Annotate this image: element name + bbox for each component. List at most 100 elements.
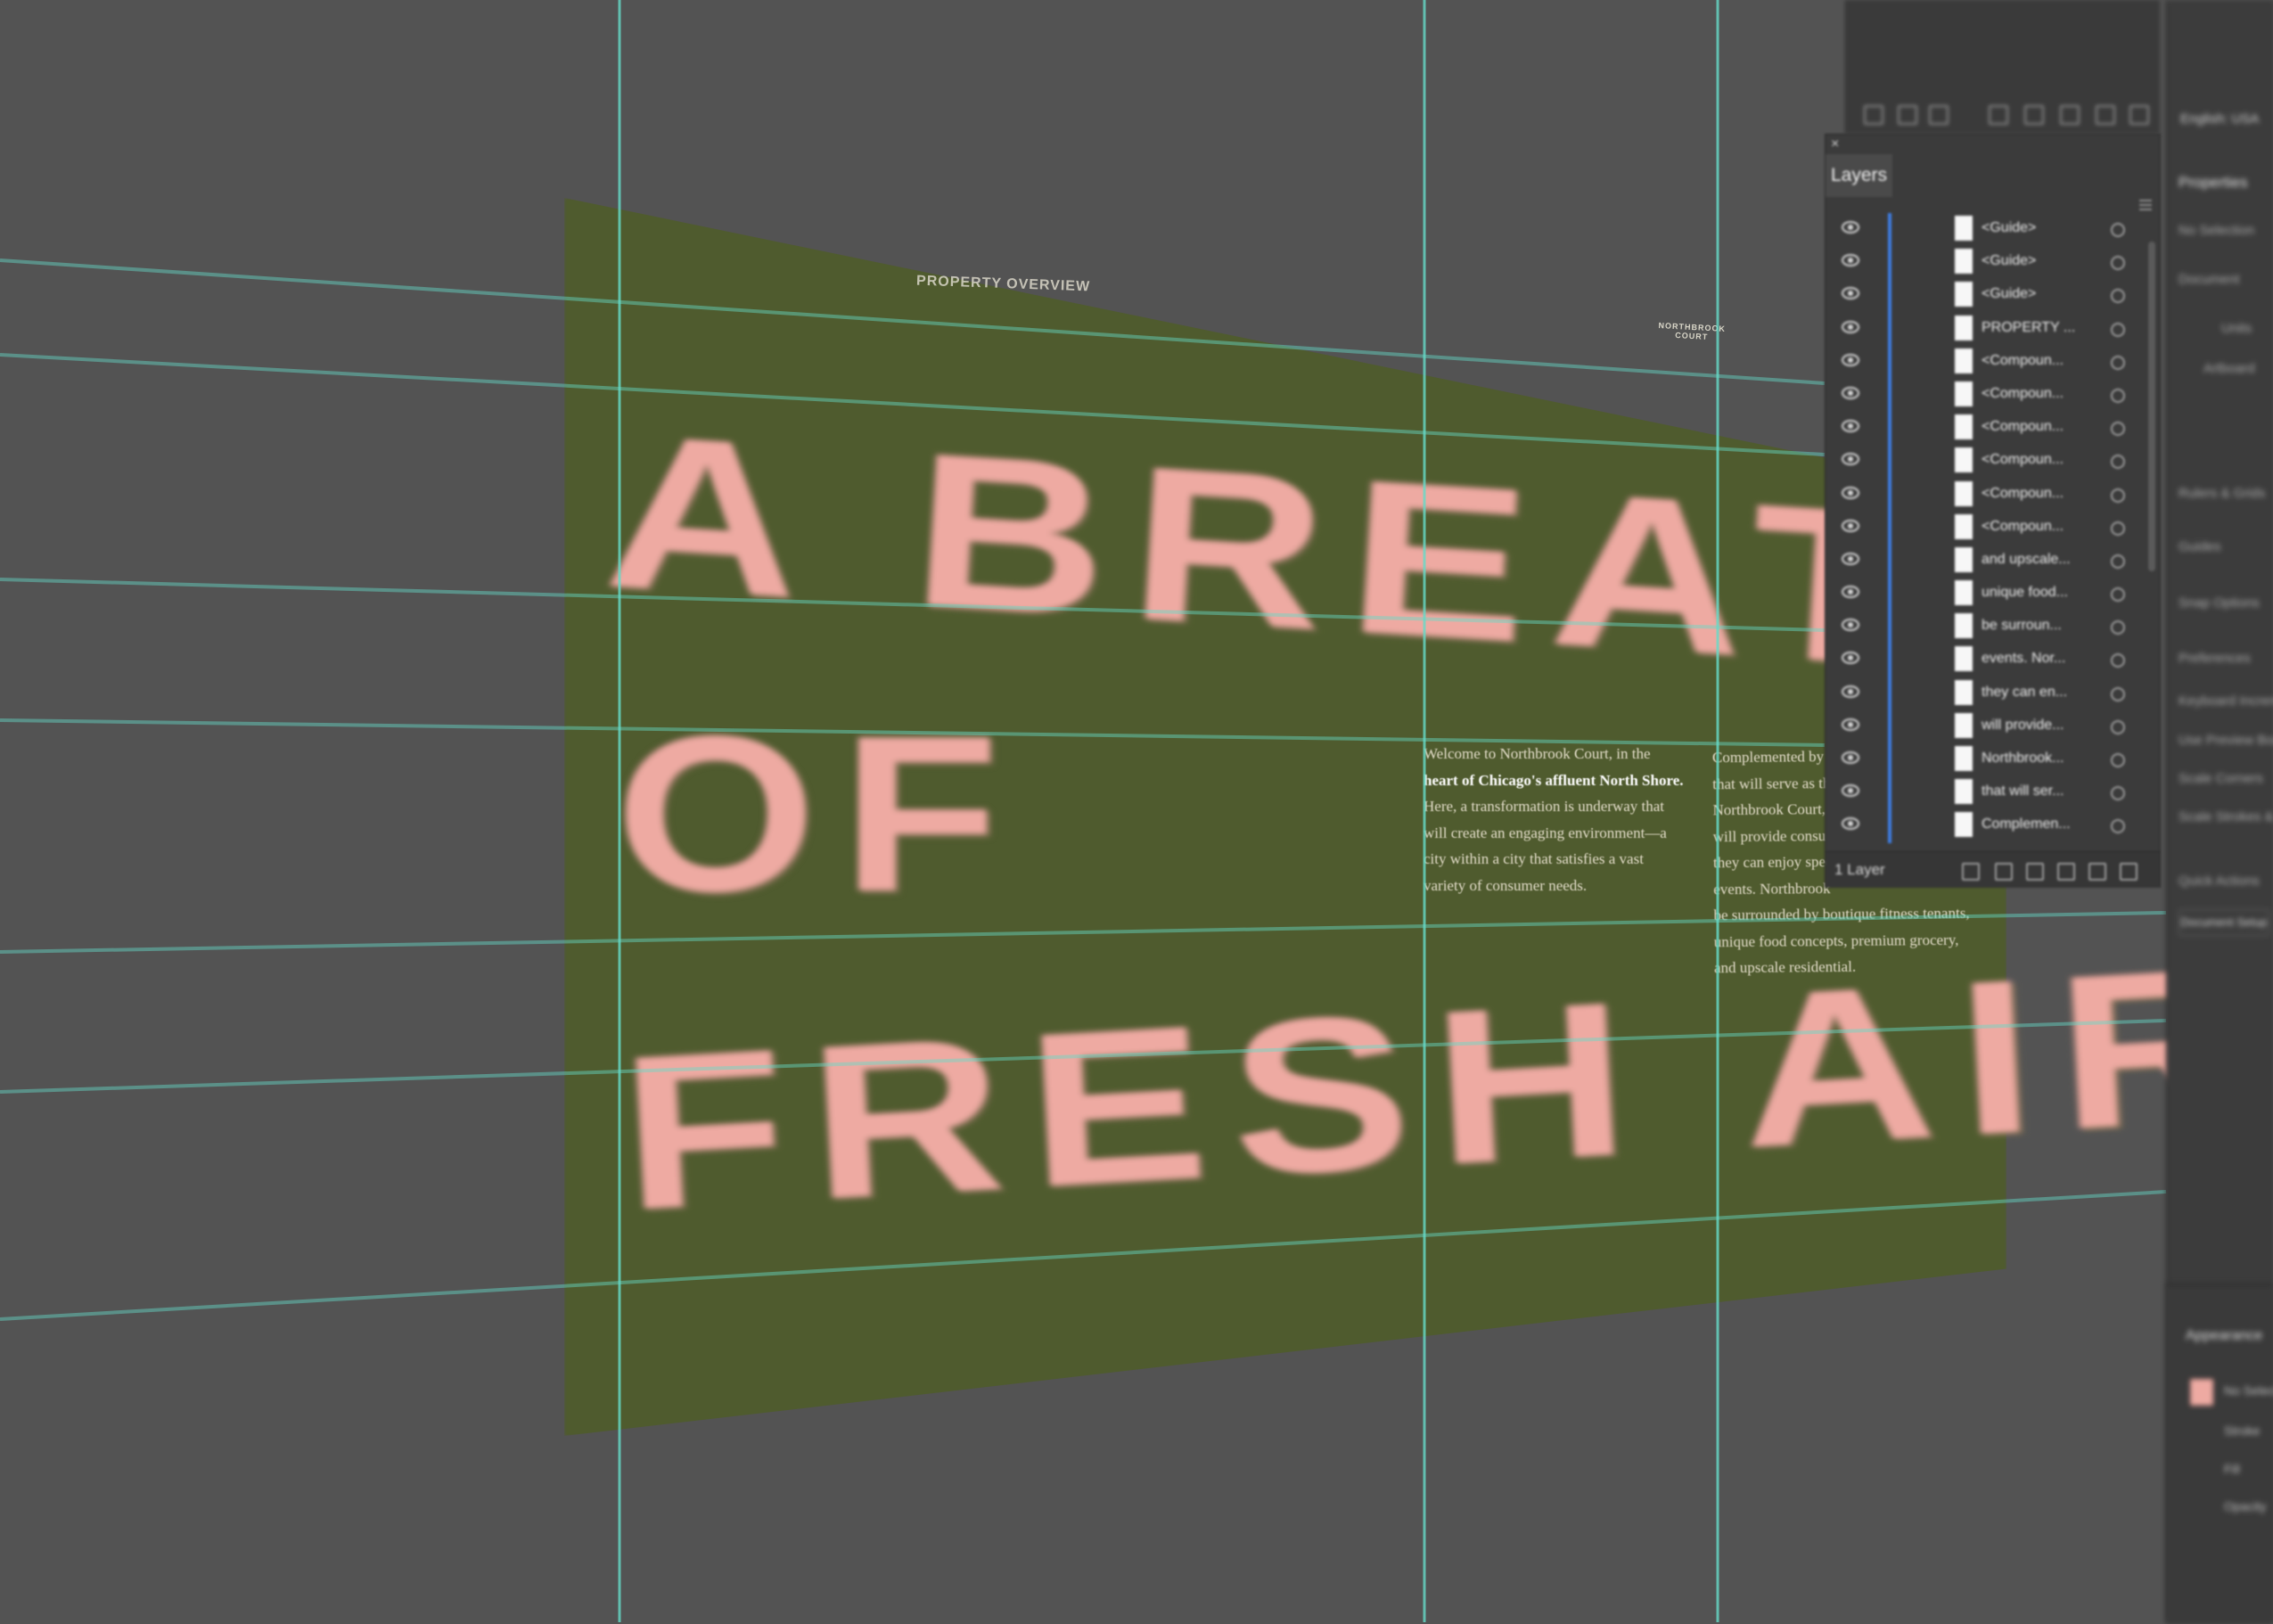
tab-layers[interactable]: Layers [1826, 154, 1892, 197]
headline-line-2[interactable]: OF [615, 686, 1024, 941]
target-icon[interactable] [2111, 620, 2125, 636]
layer-name[interactable]: and upscale... [1982, 552, 2071, 568]
target-icon[interactable] [2111, 686, 2125, 701]
tab-appearance[interactable]: Appearance [2186, 1328, 2262, 1344]
layer-name[interactable]: unique food... [1982, 585, 2068, 601]
body-copy-column-1[interactable]: Welcome to Northbrook Court, in the hear… [1424, 741, 1684, 898]
layer-name[interactable]: that will ser... [1982, 783, 2064, 800]
fill-swatch[interactable] [2189, 1378, 2214, 1407]
folder-icon[interactable] [2060, 105, 2080, 125]
layer-row[interactable]: <Guide> [1826, 246, 2146, 280]
appearance-stroke-row[interactable]: Stroke [2224, 1423, 2260, 1438]
checkbox-preview-bounds[interactable]: Use Preview Bounds [2179, 733, 2273, 748]
document-setup-button[interactable]: Document Setup [2179, 909, 2269, 936]
target-icon[interactable] [2111, 786, 2125, 801]
eye-icon[interactable] [1842, 817, 1859, 831]
eye-icon[interactable] [1842, 486, 1859, 499]
target-icon[interactable] [2111, 753, 2125, 767]
layer-name[interactable]: <Compoun... [1982, 519, 2064, 535]
layer-row[interactable]: Northbrook... [1826, 743, 2146, 777]
checkbox-scale-strokes[interactable]: Scale Strokes & Effects [2179, 809, 2273, 824]
language-dropdown[interactable]: English: USA [2180, 111, 2259, 127]
target-icon[interactable] [2111, 819, 2125, 834]
layer-name[interactable]: events. Nor... [1982, 651, 2065, 667]
layer-row[interactable]: <Guide> [1826, 279, 2146, 313]
target-icon[interactable] [2111, 488, 2125, 503]
locate-object-icon[interactable] [1995, 863, 2013, 881]
layer-row[interactable]: <Compoun... [1826, 378, 2146, 413]
eye-icon[interactable] [1842, 619, 1859, 632]
new-page-icon[interactable] [2096, 105, 2115, 125]
layer-name[interactable]: be surroun... [1982, 618, 2062, 634]
appearance-fill-row[interactable]: Fill [2224, 1462, 2240, 1476]
layers-icon[interactable] [1864, 105, 1883, 125]
target-icon[interactable] [2111, 289, 2125, 304]
layer-row[interactable]: PROPERTY ... [1826, 312, 2146, 346]
layer-row[interactable]: that will ser... [1826, 776, 2146, 810]
layer-name[interactable]: <Compoun... [1982, 486, 2064, 502]
layer-row[interactable]: events. Nor... [1826, 644, 2146, 677]
eye-icon[interactable] [1842, 453, 1859, 466]
layer-name[interactable]: <Guide> [1982, 286, 2036, 302]
eye-icon[interactable] [1842, 420, 1859, 433]
share-icon[interactable] [1898, 105, 1917, 125]
checkbox-scale-corners[interactable]: Scale Corners [2179, 771, 2263, 786]
target-icon[interactable] [2111, 719, 2125, 734]
target-icon[interactable] [2111, 587, 2125, 603]
eye-icon[interactable] [1842, 353, 1859, 366]
eye-icon[interactable] [1842, 320, 1859, 333]
close-icon[interactable]: × [1831, 136, 1839, 152]
layer-name[interactable]: PROPERTY ... [1982, 320, 2075, 336]
target-icon[interactable] [2111, 388, 2125, 403]
eye-icon[interactable] [1842, 519, 1859, 532]
eye-icon[interactable] [1842, 751, 1859, 764]
delete-icon[interactable] [2129, 105, 2149, 125]
new-layer-icon[interactable] [2088, 863, 2106, 881]
layer-name[interactable]: will provide... [1982, 718, 2064, 734]
layer-row[interactable]: unique food... [1826, 578, 2146, 611]
layer-row[interactable]: Complemen... [1826, 809, 2146, 843]
layer-name[interactable]: Northbrook... [1982, 750, 2064, 767]
trash-icon[interactable] [2120, 863, 2138, 881]
target-icon[interactable] [2111, 653, 2125, 668]
layer-row[interactable]: be surroun... [1826, 611, 2146, 644]
panel-scrollbar[interactable] [2148, 242, 2155, 571]
layer-name[interactable]: they can en... [1982, 685, 2067, 701]
layer-name[interactable]: <Compoun... [1982, 452, 2064, 468]
eye-icon[interactable] [1842, 221, 1859, 234]
layer-name[interactable]: <Guide> [1982, 253, 2036, 269]
eye-icon[interactable] [1842, 386, 1859, 399]
eye-icon[interactable] [1842, 718, 1859, 731]
layer-name[interactable]: <Compoun... [1982, 419, 2064, 435]
layer-row[interactable]: <Compoun... [1826, 445, 2146, 479]
target-icon[interactable] [2111, 322, 2125, 337]
export-icon[interactable] [1962, 863, 1980, 881]
eye-icon[interactable] [1842, 685, 1859, 698]
target-icon[interactable] [2111, 223, 2125, 237]
new-artboard-icon[interactable] [1989, 105, 2008, 125]
eye-icon[interactable] [1842, 652, 1859, 665]
eye-icon[interactable] [1842, 552, 1859, 565]
layer-row[interactable]: will provide... [1826, 709, 2146, 743]
eye-icon[interactable] [1842, 586, 1859, 599]
tab-properties[interactable]: Properties [2179, 174, 2247, 192]
layer-row[interactable]: <Compoun... [1826, 511, 2146, 545]
panel-menu-icon[interactable] [2139, 197, 2152, 213]
eye-icon[interactable] [1842, 784, 1859, 798]
layer-name[interactable]: <Compoun... [1982, 386, 2064, 402]
layer-row[interactable]: they can en... [1826, 677, 2146, 710]
layer-name[interactable]: <Guide> [1982, 220, 2036, 236]
layer-row[interactable]: <Compoun... [1826, 412, 2146, 446]
appearance-opacity-row[interactable]: Opacity [2224, 1499, 2266, 1513]
new-sublayer-icon[interactable] [2057, 863, 2075, 881]
target-icon[interactable] [2111, 521, 2125, 536]
layer-row[interactable]: <Compoun... [1826, 478, 2146, 512]
target-icon[interactable] [2111, 355, 2125, 370]
target-icon[interactable] [2111, 422, 2125, 437]
target-icon[interactable] [2111, 455, 2125, 470]
link-icon[interactable] [2024, 105, 2044, 125]
eye-icon[interactable] [1842, 287, 1859, 300]
duplicate-icon[interactable] [1929, 105, 1949, 125]
layer-row[interactable]: and upscale... [1826, 544, 2146, 578]
target-icon[interactable] [2111, 256, 2125, 271]
